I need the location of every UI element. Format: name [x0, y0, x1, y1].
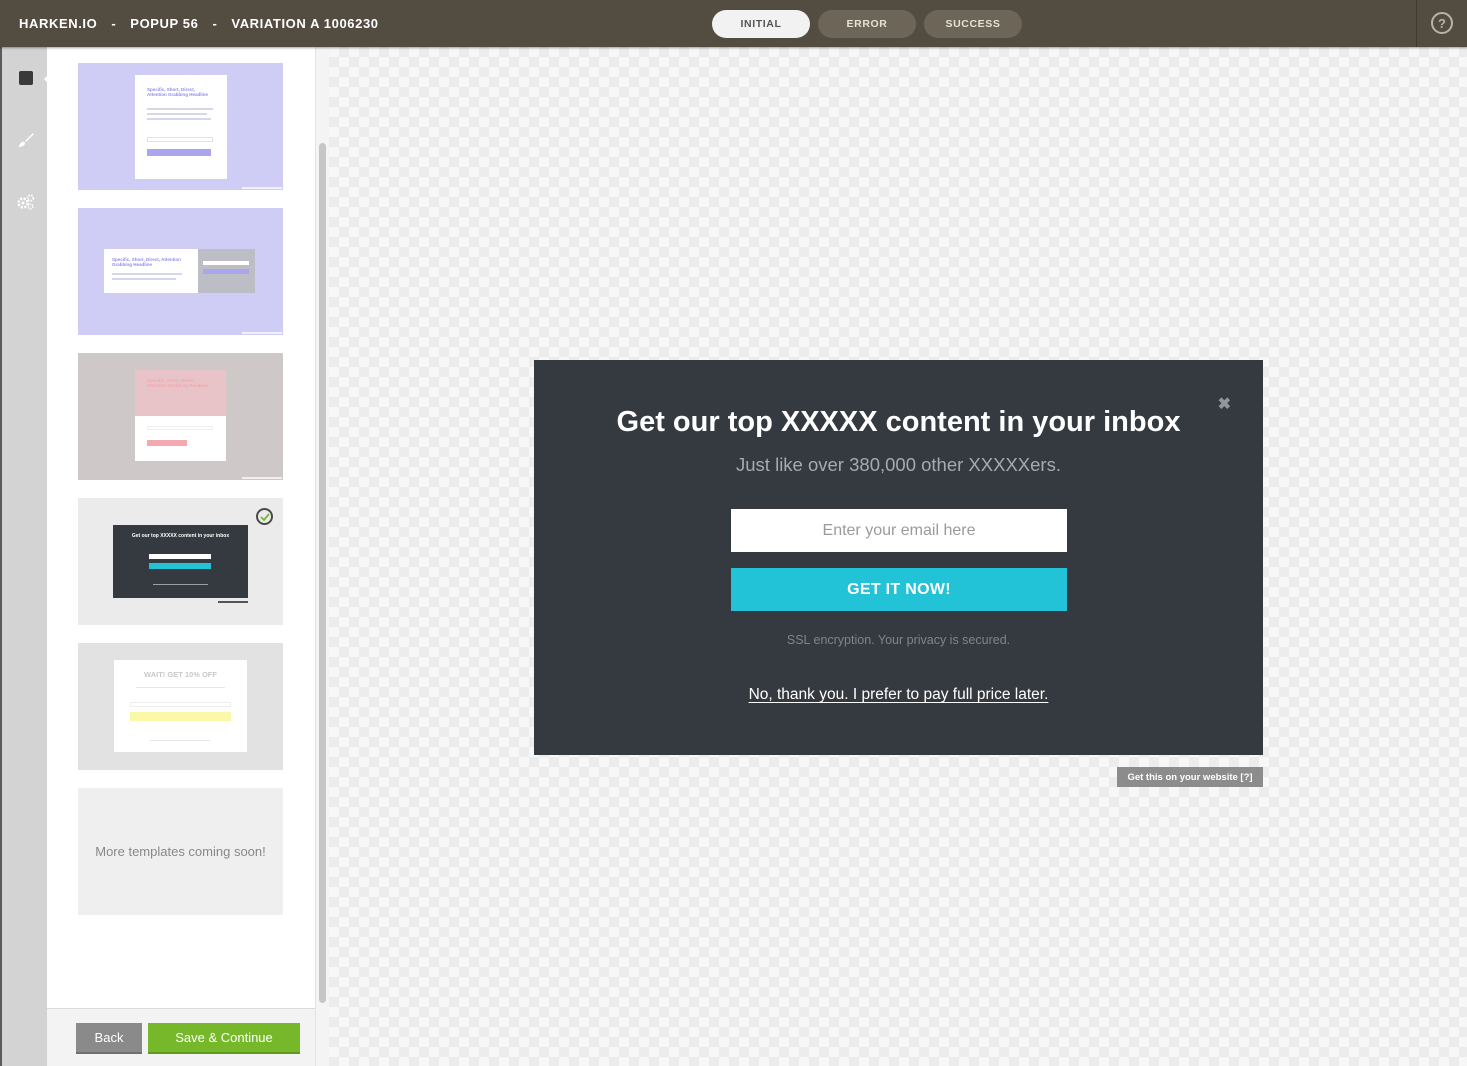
template-thumbnail[interactable]: Specific, Short, Direct, Attention Grabb… — [78, 63, 283, 190]
get-it-now-button[interactable]: GET IT NOW! — [731, 568, 1067, 611]
template-preview: Get our top XXXXX content in your inbox — [113, 525, 248, 598]
brand-name[interactable]: HARKEN.IO — [19, 16, 97, 31]
breadcrumb: HARKEN.IO - POPUP 56 - VARIATION A 10062… — [19, 0, 379, 47]
gears-icon — [16, 194, 35, 210]
template-headline: Get our top XXXXX content in your inbox — [131, 533, 230, 539]
coming-soon-placeholder: More templates coming soon! — [78, 788, 283, 915]
template-headline: Specific, Short, Direct, Attention Grabb… — [147, 378, 209, 388]
tab-initial[interactable]: INITIAL — [712, 10, 810, 38]
template-preview: Specific, Short, Direct, Attention Grabb… — [135, 75, 227, 179]
template-panel: Specific, Short, Direct, Attention Grabb… — [47, 47, 315, 1008]
template-thumbnail[interactable]: Specific, Short, Direct, Attention Grabb… — [78, 353, 283, 480]
template-preview: WAIT! GET 10% OFF — [114, 660, 247, 752]
tab-error[interactable]: ERROR — [818, 10, 916, 38]
panel-scrollbar[interactable] — [315, 47, 329, 1066]
back-button[interactable]: Back — [76, 1023, 142, 1054]
tab-success[interactable]: SUCCESS — [924, 10, 1022, 38]
template-headline: Specific, Short, Direct, Attention Grabb… — [147, 87, 209, 97]
template-preview: Specific, Short, Direct, Attention Grabb… — [104, 249, 198, 293]
template-thumbnail[interactable]: WAIT! GET 10% OFF — [78, 643, 283, 770]
popup-title[interactable]: Get our top XXXXX content in your inbox — [534, 406, 1263, 439]
layout-icon — [18, 71, 33, 85]
template-thumbnail[interactable]: Specific, Short, Direct, Attention Grabb… — [78, 208, 283, 335]
state-tabs: INITIAL ERROR SUCCESS — [712, 10, 1030, 38]
layout-button[interactable] — [2, 58, 49, 98]
popup-subtitle[interactable]: Just like over 380,000 other XXXXXers. — [534, 454, 1263, 476]
decline-link-wrapper: No, thank you. I prefer to pay full pric… — [534, 686, 1263, 704]
top-bar: HARKEN.IO - POPUP 56 - VARIATION A 10062… — [0, 0, 1467, 47]
get-this-badge[interactable]: Get this on your website [?] — [1117, 767, 1263, 787]
email-field[interactable] — [731, 509, 1067, 552]
variation-name: VARIATION A 1006230 — [231, 16, 379, 31]
help-icon[interactable]: ? — [1431, 12, 1453, 34]
ssl-notice[interactable]: SSL encryption. Your privacy is secured. — [534, 633, 1263, 647]
scrollbar-thumb[interactable] — [319, 143, 326, 1003]
panel-footer: Back Save & Continue — [47, 1008, 315, 1066]
decline-link[interactable]: No, thank you. I prefer to pay full pric… — [749, 686, 1049, 703]
icon-rail — [0, 47, 50, 1066]
template-headline: Specific, Short, Direct, Attention Grabb… — [112, 257, 181, 267]
breadcrumb-separator: - — [212, 16, 218, 31]
breadcrumb-separator: - — [111, 16, 117, 31]
template-headline: WAIT! GET 10% OFF — [144, 670, 217, 679]
selected-check-icon — [256, 508, 273, 525]
divider — [1416, 0, 1417, 47]
popup-preview[interactable]: ✖ Get our top XXXXX content in your inbo… — [534, 360, 1263, 755]
save-continue-button[interactable]: Save & Continue — [148, 1023, 300, 1054]
brush-icon — [17, 132, 34, 148]
template-form — [198, 249, 255, 293]
settings-button[interactable] — [2, 182, 49, 222]
template-thumbnail[interactable]: Get our top XXXXX content in your inbox — [78, 498, 283, 625]
popup-name: POPUP 56 — [130, 16, 199, 31]
design-button[interactable] — [2, 120, 49, 160]
template-preview: Specific, Short, Direct, Attention Grabb… — [135, 370, 226, 461]
